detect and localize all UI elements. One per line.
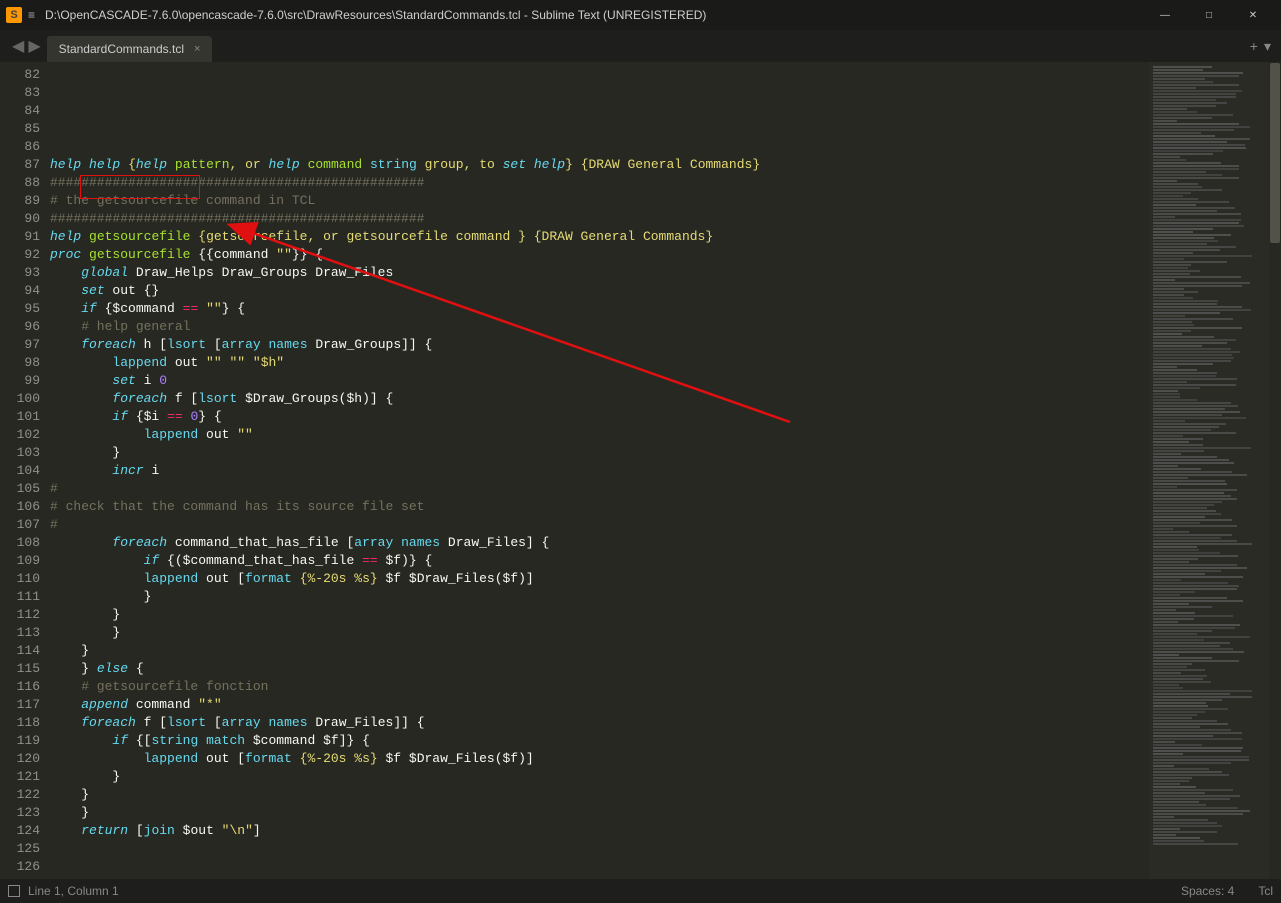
minimize-button[interactable]: —	[1143, 0, 1187, 30]
code-line[interactable]: }	[50, 786, 1149, 804]
status-panel-icon[interactable]	[8, 885, 20, 897]
scrollbar-thumb[interactable]	[1270, 63, 1280, 243]
line-number-gutter: 8283848586878889909192939495969798991001…	[0, 62, 50, 879]
tab-label: StandardCommands.tcl	[59, 42, 184, 56]
window-title: D:\OpenCASCADE-7.6.0\opencascade-7.6.0\s…	[45, 8, 1143, 22]
code-line[interactable]: help getsourcefile {getsourcefile, or ge…	[50, 228, 1149, 246]
code-line[interactable]: ########################################…	[50, 174, 1149, 192]
code-line[interactable]: }	[50, 606, 1149, 624]
code-line[interactable]: }	[50, 804, 1149, 822]
code-line[interactable]: #	[50, 480, 1149, 498]
status-spaces[interactable]: Spaces: 4	[1181, 884, 1234, 898]
code-line[interactable]: set i 0	[50, 372, 1149, 390]
code-line[interactable]: set out {}	[50, 282, 1149, 300]
code-line[interactable]: foreach f [lsort [array names Draw_Files…	[50, 714, 1149, 732]
code-line[interactable]: # check that the command has its source …	[50, 498, 1149, 516]
code-line[interactable]: incr i	[50, 462, 1149, 480]
code-line[interactable]: } else {	[50, 660, 1149, 678]
code-line[interactable]: help help {help pattern, or help command…	[50, 156, 1149, 174]
status-position[interactable]: Line 1, Column 1	[28, 884, 119, 898]
menu-icon[interactable]: ≡	[28, 8, 35, 22]
code-line[interactable]: # help general	[50, 318, 1149, 336]
code-line[interactable]: append command "*"	[50, 696, 1149, 714]
editor: 8283848586878889909192939495969798991001…	[0, 62, 1281, 879]
code-line[interactable]: if {$command == ""} {	[50, 300, 1149, 318]
close-button[interactable]: ✕	[1231, 0, 1275, 30]
statusbar: Line 1, Column 1 Spaces: 4 Tcl	[0, 879, 1281, 903]
tab-active[interactable]: StandardCommands.tcl ×	[47, 36, 213, 62]
nav-forward-icon[interactable]: ▶	[28, 36, 40, 56]
titlebar: S ≡ D:\OpenCASCADE-7.6.0\opencascade-7.6…	[0, 0, 1281, 30]
code-line[interactable]: if {$i == 0} {	[50, 408, 1149, 426]
code-line[interactable]: foreach h [lsort [array names Draw_Group…	[50, 336, 1149, 354]
code-line[interactable]: # getsourcefile fonction	[50, 678, 1149, 696]
app-icon: S	[6, 7, 22, 23]
code-line[interactable]: proc getsourcefile {{command ""}} {	[50, 246, 1149, 264]
code-line[interactable]: return [join $out "\n"]	[50, 822, 1149, 840]
code-line[interactable]: if {($command_that_has_file == $f)} {	[50, 552, 1149, 570]
code-area[interactable]: help help {help pattern, or help command…	[50, 62, 1149, 879]
tab-bar: ◀ ▶ StandardCommands.tcl × + ▾	[0, 30, 1281, 62]
code-line[interactable]: lappend out ""	[50, 426, 1149, 444]
nav-back-icon[interactable]: ◀	[12, 36, 24, 56]
scrollbar-vertical[interactable]	[1269, 62, 1281, 879]
new-tab-icon[interactable]: +	[1250, 38, 1258, 54]
code-line[interactable]: #	[50, 516, 1149, 534]
maximize-button[interactable]: □	[1187, 0, 1231, 30]
window-controls: — □ ✕	[1143, 0, 1275, 30]
code-line[interactable]: foreach command_that_has_file [array nam…	[50, 534, 1149, 552]
tab-close-icon[interactable]: ×	[194, 43, 200, 55]
tab-dropdown-icon[interactable]: ▾	[1264, 38, 1271, 55]
code-line[interactable]: lappend out "" "" "$h"	[50, 354, 1149, 372]
code-line[interactable]: lappend out [format {%-20s %s} $f $Draw_…	[50, 750, 1149, 768]
code-line[interactable]: lappend out [format {%-20s %s} $f $Draw_…	[50, 570, 1149, 588]
code-line[interactable]: }	[50, 588, 1149, 606]
code-line[interactable]: if {[string match $command $f]} {	[50, 732, 1149, 750]
code-line[interactable]: }	[50, 444, 1149, 462]
code-line[interactable]: }	[50, 642, 1149, 660]
code-line[interactable]: }	[50, 624, 1149, 642]
code-line[interactable]: global Draw_Helps Draw_Groups Draw_Files	[50, 264, 1149, 282]
minimap[interactable]	[1149, 62, 1269, 879]
tab-controls-right: + ▾	[1240, 30, 1281, 62]
code-line[interactable]: foreach f [lsort $Draw_Groups($h)] {	[50, 390, 1149, 408]
code-line[interactable]: # the getsourcefile command in TCL	[50, 192, 1149, 210]
code-line[interactable]: ########################################…	[50, 210, 1149, 228]
code-line[interactable]: }	[50, 768, 1149, 786]
nav-arrows: ◀ ▶	[6, 30, 47, 62]
status-language[interactable]: Tcl	[1258, 884, 1273, 898]
